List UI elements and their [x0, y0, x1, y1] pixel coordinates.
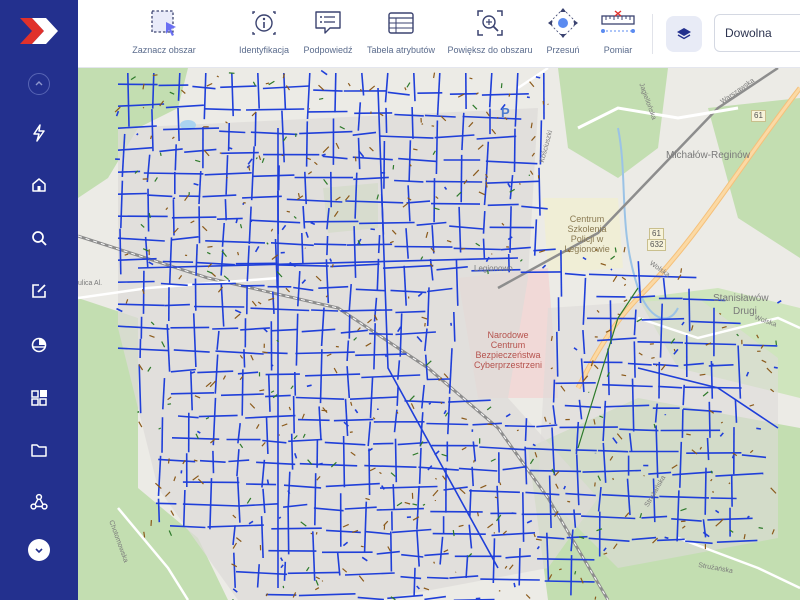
- apps-icon: [31, 390, 47, 406]
- network-icon: [30, 493, 48, 510]
- chevron-down-icon: [35, 548, 43, 554]
- poi-label-centrum-szkolenia: Centrum Szkolenia Policji w Legionowie: [562, 214, 612, 254]
- brand-chevron-logo-icon: [20, 18, 58, 44]
- selection-mode-select[interactable]: Dowolna: [714, 14, 800, 52]
- sidebar-item-files[interactable]: [20, 432, 58, 468]
- sidebar-item-quick-actions[interactable]: [20, 115, 58, 151]
- measure-icon: [601, 10, 635, 33]
- zoom-to-area-icon: [477, 10, 503, 36]
- place-label-legionowo: Legionowo: [474, 264, 513, 273]
- sidebar-item-home[interactable]: [20, 167, 58, 203]
- tool-pan[interactable]: Przesuń: [538, 6, 588, 64]
- home-icon: [32, 178, 46, 192]
- tool-label: Zaznacz obszar: [132, 45, 196, 55]
- poi-label-nccb: Narodowe Centrum Bezpieczeństwa Cyberprz…: [468, 330, 548, 370]
- map-canvas[interactable]: P Michałów-Reginów Stanisławów Drugi Cen…: [78, 68, 800, 600]
- poi-label-line: Centrum: [569, 214, 605, 224]
- info-identify-icon: [252, 11, 276, 35]
- pie-chart-icon: [31, 337, 47, 353]
- sidebar: [0, 0, 78, 600]
- tool-zoom-to-area[interactable]: Powiększ do obszaru: [447, 6, 533, 64]
- tool-label: Identyfikacja: [238, 45, 290, 55]
- tool-hint[interactable]: Podpowiedź: [298, 6, 358, 64]
- selection-mode-value: Dowolna: [725, 26, 772, 40]
- poi-label-line: Szkolenia: [567, 224, 607, 234]
- street-label-ulica: ulica Al.: [78, 280, 103, 287]
- parking-marker: P: [501, 105, 510, 120]
- poi-label-line: Policji w: [570, 234, 604, 244]
- sidebar-item-chart[interactable]: [20, 327, 58, 363]
- layers-icon: [677, 28, 691, 40]
- sidebar-item-search[interactable]: [20, 220, 58, 256]
- sidebar-item-network[interactable]: [20, 484, 58, 520]
- poi-label-line: Cyberprzestrzeni: [473, 360, 543, 370]
- select-area-icon: [151, 10, 176, 36]
- tool-attribute-table[interactable]: Tabela atrybutów: [366, 6, 436, 64]
- tool-label: Przesuń: [546, 45, 580, 55]
- pan-move-icon: [548, 8, 578, 38]
- place-label-stanislawow-drugi: Drugi: [733, 306, 757, 317]
- chevron-up-icon: [35, 81, 43, 86]
- road-number-badge: 61: [751, 110, 766, 122]
- poi-label-line: Bezpieczeństwa: [475, 350, 541, 360]
- poi-label-line: Legionowie: [564, 244, 610, 254]
- sidebar-item-edit[interactable]: [20, 273, 58, 309]
- tool-label: Pomiar: [603, 45, 633, 55]
- map-toolbar: Zaznacz obszar Identyfikacja Podpowiedź: [78, 0, 800, 68]
- sidebar-item-modules[interactable]: [20, 380, 58, 416]
- sidebar-expand-button[interactable]: [28, 539, 50, 561]
- tool-measure[interactable]: Pomiar: [593, 6, 643, 64]
- layers-button[interactable]: [666, 16, 702, 52]
- tool-select-area[interactable]: Zaznacz obszar: [132, 6, 196, 64]
- tool-label: Podpowiedź: [303, 45, 353, 55]
- place-label-michalow: Michałów-Reginów: [666, 150, 750, 161]
- place-label-stanislawow: Stanisławów: [713, 293, 769, 304]
- tool-identify[interactable]: Identyfikacja: [234, 6, 294, 64]
- sidebar-collapse-button[interactable]: [28, 73, 50, 95]
- road-number-badge: 632: [647, 239, 667, 251]
- tool-label: Tabela atrybutów: [366, 45, 436, 55]
- folder-icon: [31, 444, 47, 457]
- poi-label-line: Narodowe: [487, 330, 529, 340]
- tooltip-hint-icon: [315, 11, 341, 34]
- toolbar-divider: [652, 14, 653, 54]
- map-base-layer: [78, 68, 800, 600]
- poi-label-line: Centrum: [490, 340, 526, 350]
- lightning-icon: [33, 124, 45, 142]
- tool-label: Powiększ do obszaru: [447, 45, 533, 55]
- search-icon: [32, 231, 47, 246]
- attribute-table-icon: [388, 12, 414, 34]
- brand-logo[interactable]: [18, 14, 60, 48]
- edit-icon: [32, 284, 46, 298]
